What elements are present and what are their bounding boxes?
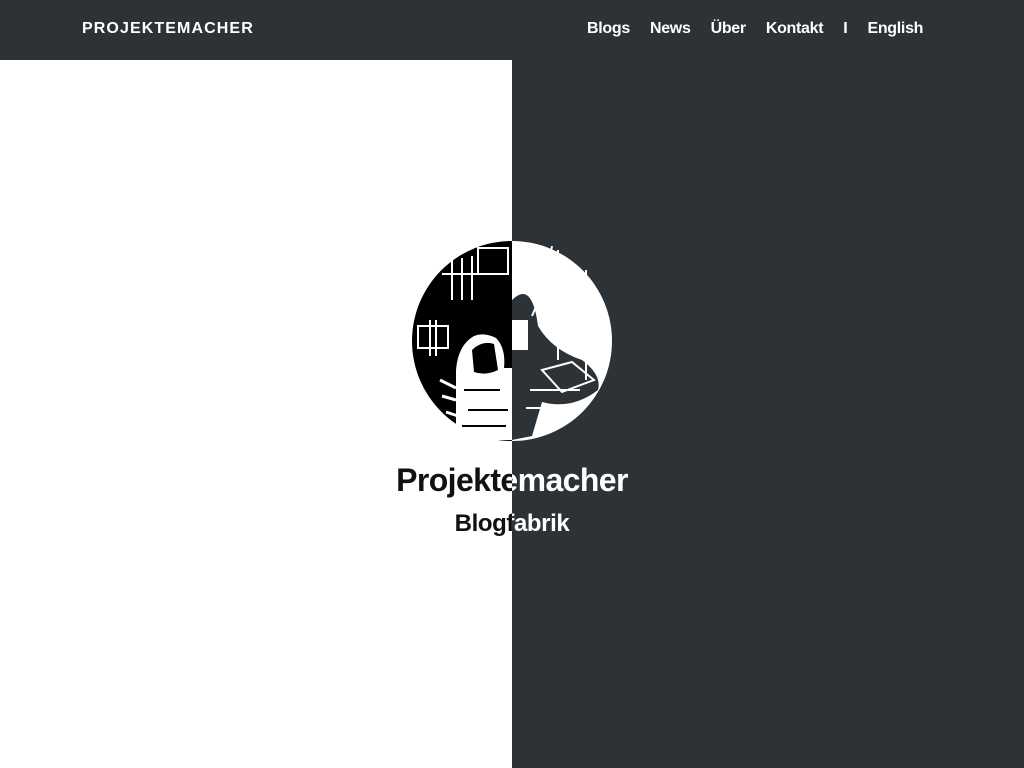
- site-header: PROJEKTEMACHER Blogs News Über Kontakt I…: [0, 0, 1024, 60]
- hero-title: Projektemacher: [396, 462, 512, 498]
- nav-separator: I: [843, 20, 848, 37]
- nav-news-link[interactable]: News: [650, 19, 691, 39]
- workshop-illustration-icon: [412, 241, 512, 441]
- nav-contact-link[interactable]: Kontakt: [766, 19, 824, 39]
- hero-subtitle: Blogfabrik: [454, 510, 512, 537]
- hero-right-clip: Projektemacher Blogfabrik: [512, 60, 1024, 768]
- main-nav: Blogs News Über Kontakt I English: [587, 19, 923, 39]
- hero-subtitle: Blogfabrik: [512, 510, 570, 537]
- nav-about-link[interactable]: Über: [711, 19, 747, 39]
- hero-title: Projektemacher: [512, 462, 628, 498]
- hero-left-clip: Projektemacher Blogfabrik: [0, 60, 512, 768]
- nav-blogs-link[interactable]: Blogs: [587, 19, 630, 39]
- workshop-illustration-icon: [512, 241, 612, 441]
- brand-link[interactable]: PROJEKTEMACHER: [82, 19, 254, 39]
- language-switch-link[interactable]: English: [867, 19, 923, 39]
